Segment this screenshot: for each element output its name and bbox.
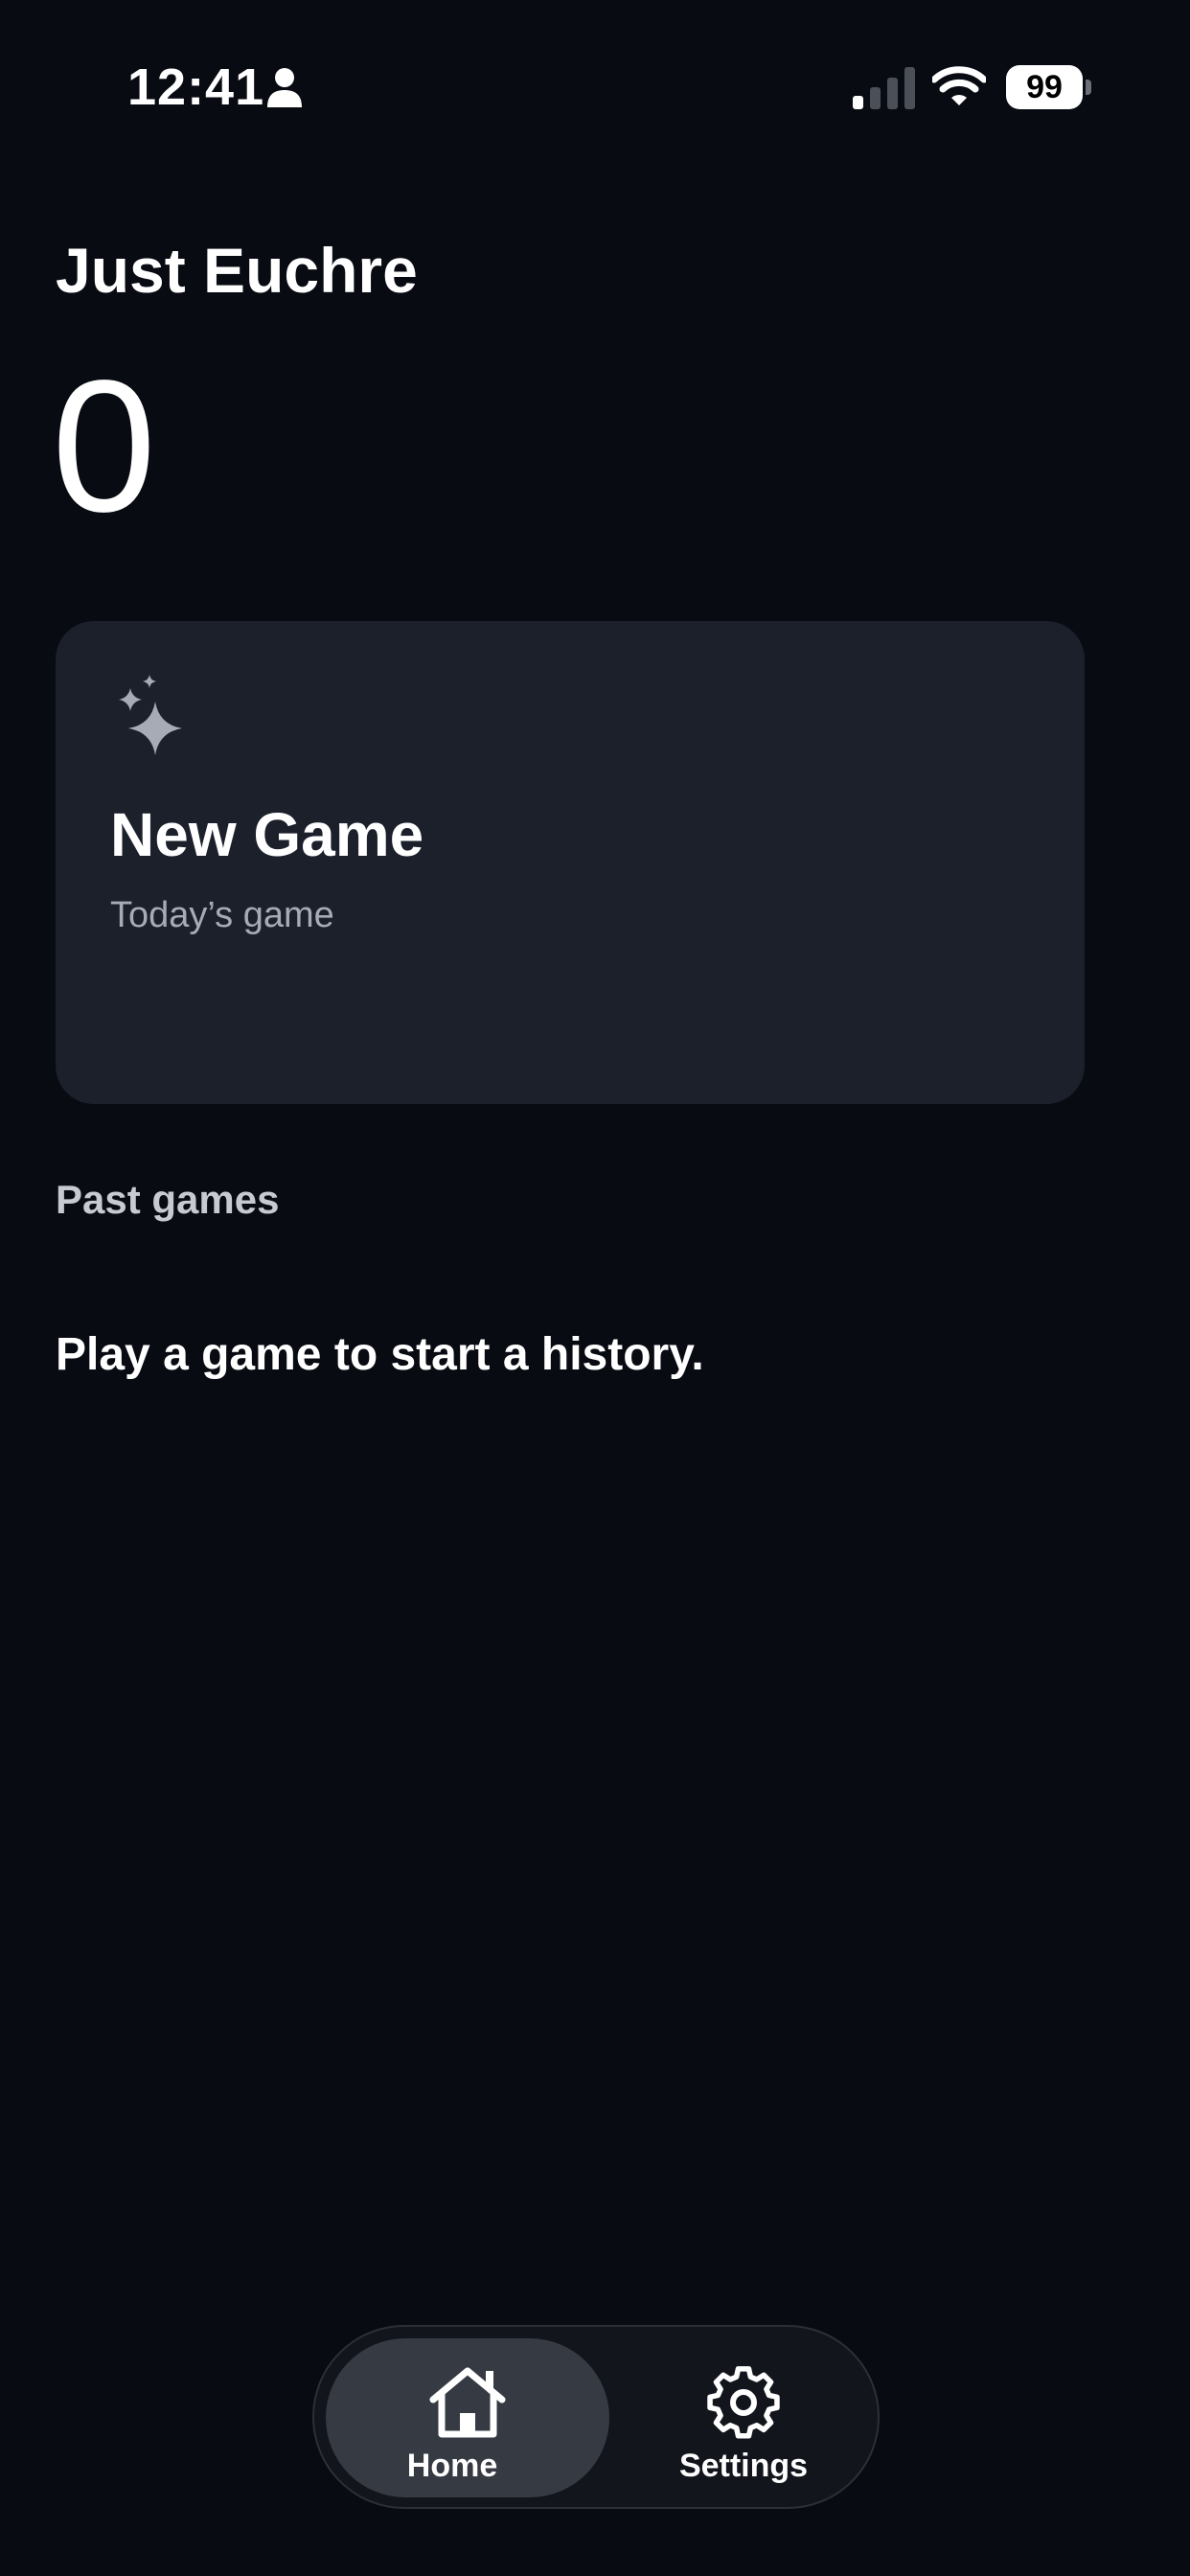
wifi-icon bbox=[932, 66, 986, 105]
house-icon bbox=[429, 2367, 506, 2438]
gear-icon bbox=[707, 2366, 780, 2439]
sparkles-icon bbox=[119, 675, 182, 755]
battery-icon: 99 bbox=[1006, 65, 1091, 109]
battery-level: 99 bbox=[1006, 65, 1083, 109]
battery-cap bbox=[1086, 80, 1091, 95]
new-game-subtitle: Today’s game bbox=[110, 895, 334, 935]
status-bar: 12:41 99 bbox=[0, 0, 1190, 172]
tab-home[interactable]: Home bbox=[326, 2338, 609, 2497]
past-games-empty-message: Play a game to start a history. bbox=[56, 1329, 704, 1380]
tab-bar: Home Settings bbox=[312, 2325, 880, 2509]
new-game-card[interactable]: New Game Today’s game bbox=[56, 621, 1085, 1104]
app-title: Just Euchre bbox=[56, 235, 418, 306]
tab-home-label: Home bbox=[406, 2448, 498, 2484]
new-game-title: New Game bbox=[110, 800, 424, 869]
signal-icon bbox=[853, 67, 915, 109]
person-icon bbox=[267, 68, 302, 107]
tab-settings-label: Settings bbox=[678, 2448, 809, 2484]
tab-settings[interactable]: Settings bbox=[619, 2338, 868, 2497]
score-display: 0 bbox=[52, 341, 157, 551]
past-games-header: Past games bbox=[56, 1177, 280, 1222]
status-time: 12:41 bbox=[127, 58, 265, 116]
